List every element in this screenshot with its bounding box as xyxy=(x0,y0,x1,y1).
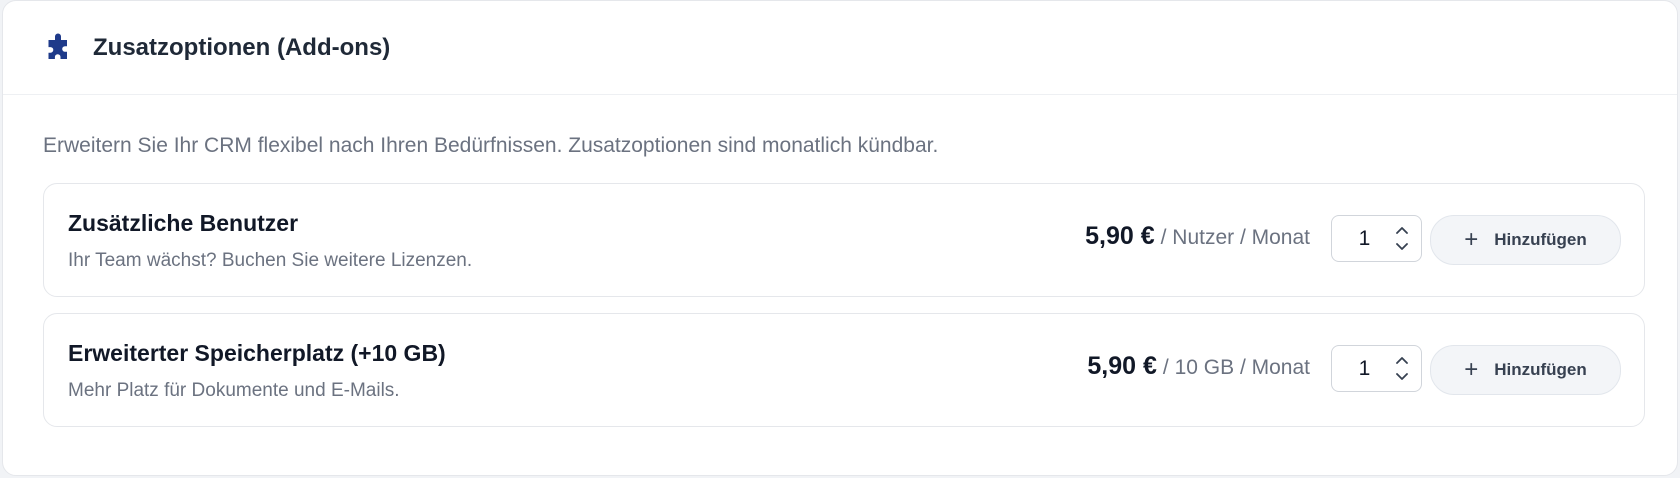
quantity-spinner xyxy=(1389,224,1415,254)
add-button[interactable]: + Hinzufügen xyxy=(1430,345,1621,395)
quantity-value[interactable]: 1 xyxy=(1332,357,1389,381)
addon-item-storage: Erweiterter Speicherplatz (+10 GB) Mehr … xyxy=(43,313,1645,427)
card-header: Zusatzoptionen (Add-ons) xyxy=(3,1,1677,95)
puzzle-icon xyxy=(43,32,75,64)
price-value: 5,90 € xyxy=(1087,352,1157,380)
quantity-value[interactable]: 1 xyxy=(1332,227,1389,251)
addons-card: Zusatzoptionen (Add-ons) Erweitern Sie I… xyxy=(2,0,1678,476)
addon-description: Ihr Team wächst? Buchen Sie weitere Lize… xyxy=(68,250,473,271)
addon-price: 5,90 € / Nutzer / Monat xyxy=(1085,222,1310,251)
add-button-label: Hinzufügen xyxy=(1494,360,1587,379)
chevron-up-icon[interactable] xyxy=(1393,354,1411,368)
add-button-label: Hinzufügen xyxy=(1494,230,1587,249)
chevron-down-icon[interactable] xyxy=(1393,240,1411,254)
plus-icon: + xyxy=(1464,226,1479,253)
addon-title: Erweiterter Speicherplatz (+10 GB) xyxy=(68,340,446,366)
quantity-spinner xyxy=(1389,354,1415,384)
price-unit: / 10 GB / Monat xyxy=(1162,356,1310,379)
intro-text: Erweitern Sie Ihr CRM flexibel nach Ihre… xyxy=(43,134,939,157)
price-value: 5,90 € xyxy=(1085,222,1155,250)
addon-price: 5,90 €/ 10 GB / Monat xyxy=(1087,352,1310,381)
add-button[interactable]: + Hinzufügen xyxy=(1430,215,1621,265)
chevron-down-icon[interactable] xyxy=(1393,370,1411,384)
quantity-stepper[interactable]: 1 xyxy=(1331,215,1422,262)
page-title: Zusatzoptionen (Add-ons) xyxy=(93,33,391,61)
addon-title: Zusätzliche Benutzer xyxy=(68,210,299,236)
addon-description: Mehr Platz für Dokumente und E-Mails. xyxy=(68,380,400,401)
addon-item-users: Zusätzliche Benutzer Ihr Team wächst? Bu… xyxy=(43,183,1645,297)
chevron-up-icon[interactable] xyxy=(1393,224,1411,238)
price-unit: / Nutzer / Monat xyxy=(1160,226,1310,249)
plus-icon: + xyxy=(1464,356,1479,383)
quantity-stepper[interactable]: 1 xyxy=(1331,345,1422,392)
